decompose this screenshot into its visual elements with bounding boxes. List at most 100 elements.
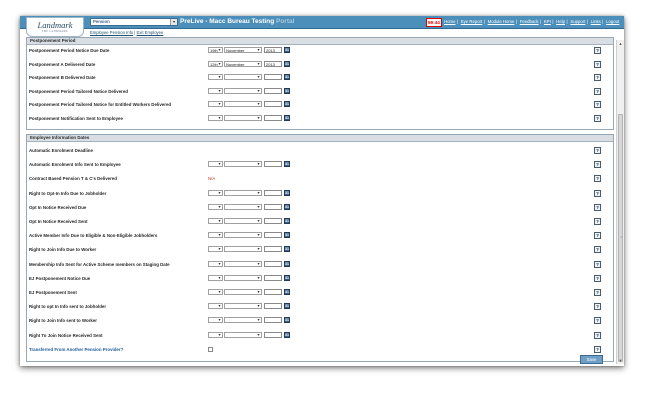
chevron-down-icon[interactable]: ▼ xyxy=(256,333,261,337)
day-select[interactable]: ▼ xyxy=(208,274,223,281)
calendar-icon[interactable]: 31 xyxy=(284,189,290,196)
month-select[interactable]: ▼ xyxy=(224,87,262,94)
scroll-thumb[interactable]: ≡ xyxy=(618,114,623,362)
month-select[interactable]: November ▼ xyxy=(224,60,262,67)
month-select[interactable]: ▼ xyxy=(224,303,262,310)
chevron-down-icon[interactable]: ▼ xyxy=(217,205,222,209)
calendar-icon[interactable]: 31 xyxy=(284,203,290,210)
link-help[interactable]: Help xyxy=(556,19,565,24)
year-input[interactable] xyxy=(264,203,282,210)
month-select[interactable]: ▼ xyxy=(224,189,262,196)
chevron-down-icon[interactable]: ▼ xyxy=(256,318,261,322)
help-icon[interactable]: ? xyxy=(594,101,601,108)
help-icon[interactable]: ? xyxy=(594,317,601,325)
chevron-down-icon[interactable]: ▼ xyxy=(217,233,222,237)
month-select[interactable]: ▼ xyxy=(224,203,262,210)
month-select[interactable]: ▼ xyxy=(224,274,262,281)
save-button[interactable]: Save xyxy=(580,355,603,364)
calendar-icon[interactable]: 31 xyxy=(284,114,290,121)
year-input[interactable] xyxy=(264,101,282,107)
year-input[interactable] xyxy=(264,260,282,267)
year-input[interactable] xyxy=(264,246,282,253)
day-select[interactable]: 12th ▼ xyxy=(208,60,223,67)
chevron-down-icon[interactable]: ▼ xyxy=(217,262,222,266)
month-select[interactable]: ▼ xyxy=(224,101,262,107)
calendar-icon[interactable]: 31 xyxy=(284,101,290,107)
scheme-select[interactable]: Pension ▼ xyxy=(90,18,178,26)
chevron-down-icon[interactable]: ▼ xyxy=(217,75,222,79)
link-module-home[interactable]: Module Home xyxy=(488,19,515,24)
chevron-down-icon[interactable]: ▼ xyxy=(217,89,222,93)
chevron-down-icon[interactable]: ▼ xyxy=(256,162,261,166)
day-select[interactable]: ▼ xyxy=(208,189,223,196)
link-logout[interactable]: Logout xyxy=(606,19,619,24)
day-select[interactable]: ▼ xyxy=(208,246,223,253)
subnav-exit-employee[interactable]: Exit Employee xyxy=(137,30,164,35)
help-icon[interactable]: ? xyxy=(594,147,601,154)
help-icon[interactable]: ? xyxy=(594,345,601,353)
chevron-down-icon[interactable]: ▼ xyxy=(256,102,261,106)
help-icon[interactable]: ? xyxy=(594,260,601,268)
link-links[interactable]: Links xyxy=(591,19,601,24)
month-select[interactable]: ▼ xyxy=(224,260,262,267)
calendar-icon[interactable]: 31 xyxy=(284,74,290,80)
month-select[interactable]: ▼ xyxy=(224,289,262,295)
chevron-down-icon[interactable]: ▼ xyxy=(256,219,261,223)
link-home[interactable]: Home xyxy=(444,19,455,24)
chevron-down-icon[interactable]: ▼ xyxy=(256,116,261,120)
subnav-employee-pension-info[interactable]: Employee Pension Info xyxy=(90,30,133,35)
year-input[interactable] xyxy=(264,274,282,281)
year-input[interactable] xyxy=(264,317,282,324)
help-icon[interactable]: ? xyxy=(594,161,601,169)
chevron-down-icon[interactable]: ▼ xyxy=(217,304,222,308)
year-input[interactable]: 2013 xyxy=(264,47,282,53)
chevron-down-icon[interactable]: ▼ xyxy=(256,290,261,294)
day-select[interactable]: ▼ xyxy=(208,203,223,210)
chevron-down-icon[interactable]: ▼ xyxy=(217,62,222,66)
chevron-down-icon[interactable]: ▼ xyxy=(256,233,261,237)
day-select[interactable]: ▼ xyxy=(208,87,223,94)
year-input[interactable] xyxy=(264,289,282,295)
chevron-down-icon[interactable]: ▼ xyxy=(256,191,261,195)
year-input[interactable]: 2013 xyxy=(264,60,282,67)
month-select[interactable]: ▼ xyxy=(224,161,262,168)
calendar-icon[interactable]: 31 xyxy=(284,246,290,253)
chevron-down-icon[interactable]: ▼ xyxy=(217,247,222,251)
day-select[interactable]: 19th ▼ xyxy=(208,47,223,53)
month-select[interactable]: ▼ xyxy=(224,246,262,253)
chevron-down-icon[interactable]: ▼ xyxy=(217,333,222,337)
month-select[interactable]: ▼ xyxy=(224,74,262,80)
chevron-down-icon[interactable]: ▼ xyxy=(217,191,222,195)
calendar-icon[interactable]: 31 xyxy=(284,289,290,295)
calendar-icon[interactable]: 31 xyxy=(284,260,290,267)
help-icon[interactable]: ? xyxy=(594,47,601,54)
calendar-icon[interactable]: 31 xyxy=(284,274,290,281)
help-icon[interactable]: ? xyxy=(594,87,601,95)
help-icon[interactable]: ? xyxy=(594,60,601,68)
day-select[interactable]: ▼ xyxy=(208,331,223,338)
chevron-down-icon[interactable]: ▼ xyxy=(217,48,222,52)
month-select[interactable]: ▼ xyxy=(224,232,262,239)
chevron-down-icon[interactable]: ▼ xyxy=(256,48,261,52)
year-input[interactable] xyxy=(264,218,282,224)
scroll-down-icon[interactable]: ▼ xyxy=(617,357,624,364)
year-input[interactable] xyxy=(264,232,282,239)
calendar-icon[interactable]: 31 xyxy=(284,87,290,94)
calendar-icon[interactable]: 31 xyxy=(284,47,290,53)
help-icon[interactable]: ? xyxy=(594,203,601,211)
chevron-down-icon[interactable]: ▼ xyxy=(217,219,222,223)
help-icon[interactable]: ? xyxy=(594,274,601,282)
link-support[interactable]: Support xyxy=(570,19,585,24)
month-select[interactable]: ▼ xyxy=(224,317,262,324)
transferred-checkbox[interactable] xyxy=(208,346,213,352)
chevron-down-icon[interactable]: ▼ xyxy=(256,247,261,251)
month-select[interactable]: ▼ xyxy=(224,331,262,338)
chevron-down-icon[interactable]: ▼ xyxy=(256,62,261,66)
year-input[interactable] xyxy=(264,189,282,196)
link-eye-report[interactable]: Eye Report xyxy=(461,19,483,24)
day-select[interactable]: ▼ xyxy=(208,218,223,224)
month-select[interactable]: ▼ xyxy=(224,218,262,224)
year-input[interactable] xyxy=(264,87,282,94)
year-input[interactable] xyxy=(264,331,282,338)
link-feedback[interactable]: Feedback xyxy=(520,19,539,24)
